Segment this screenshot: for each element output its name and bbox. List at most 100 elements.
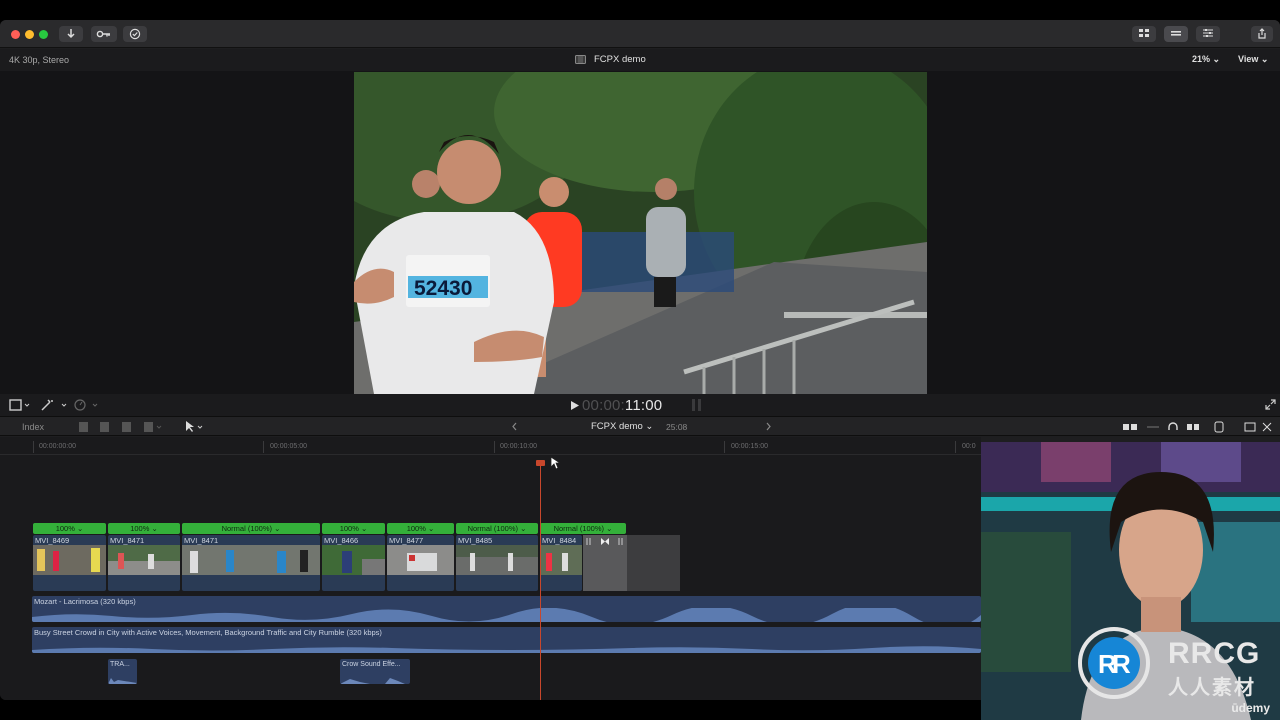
timecode-display[interactable]: 00:00:11:00 (570, 397, 662, 414)
timeline-project-menu[interactable]: FCPX demo ⌄ (591, 421, 653, 432)
check-circle-icon (129, 28, 141, 40)
clip-name: MVI_8484 (542, 536, 577, 545)
speed-indicator[interactable]: Normal (100%) ⌄ (540, 523, 626, 534)
mouse-pointer-icon (550, 456, 562, 473)
minimize-window-button[interactable] (25, 30, 34, 39)
clip-name: MVI_8466 (324, 536, 359, 545)
timeline[interactable]: 00:00:00:00 00:00:05:00 00:00:10:00 00:0… (0, 437, 981, 700)
timeline-toggle-button[interactable] (1164, 26, 1188, 42)
video-clip[interactable]: MVI_8485 (456, 535, 538, 591)
timeline-ruler[interactable]: 00:00:00:00 00:00:05:00 00:00:10:00 00:0… (0, 437, 981, 455)
video-clip[interactable]: MVI_8477 (387, 535, 454, 591)
speed-indicator[interactable]: Normal (100%) ⌄ (182, 523, 320, 534)
import-media-button[interactable] (59, 26, 83, 42)
video-clip[interactable]: MVI_8471 (182, 535, 320, 591)
skimming-icon[interactable] (1123, 421, 1273, 436)
select-tool-icon[interactable] (184, 420, 206, 437)
enhance-wand-icon[interactable] (40, 398, 70, 415)
title-bar (0, 20, 1280, 48)
background-tasks-button[interactable] (123, 26, 147, 42)
clip-thumbnails (108, 545, 180, 575)
film-icon (575, 55, 586, 67)
ruler-label: 00:00:00:00 (39, 443, 76, 450)
clip-thumbnails (322, 545, 385, 575)
rrcg-brand-text: RRCG (1168, 637, 1261, 670)
speed-indicator[interactable]: 100% ⌄ (33, 523, 106, 534)
viewer-controls: 00:00:11:00 (0, 394, 1280, 416)
grid-icon (1139, 29, 1149, 37)
clip-name: MVI_8485 (458, 536, 493, 545)
timeline-index-button[interactable]: Index (22, 422, 44, 432)
timeline-icon (1171, 31, 1181, 36)
marathon-runners-image: 52430 (354, 72, 927, 394)
gap-clip[interactable] (627, 535, 680, 591)
udemy-watermark: ūdemy (1231, 701, 1270, 715)
key-icon (96, 30, 110, 38)
clip-thumbnails (540, 545, 582, 575)
chevron-left-icon[interactable] (511, 422, 518, 434)
download-arrow-icon (67, 29, 75, 39)
bib-number: 52430 (414, 277, 472, 300)
transition-icon (586, 538, 623, 545)
audio-waveform (108, 678, 137, 684)
chevron-right-icon[interactable] (765, 422, 772, 434)
clip-name: MVI_8471 (184, 536, 219, 545)
clip-thumbnails (182, 545, 320, 575)
speed-indicator[interactable]: Normal (100%) ⌄ (456, 523, 538, 534)
zoom-window-button[interactable] (39, 30, 48, 39)
rrcg-logo-icon: R R (1078, 627, 1150, 699)
keywords-button[interactable] (91, 26, 117, 42)
speed-indicator[interactable]: 100% ⌄ (387, 523, 454, 534)
rrcg-watermark: R R RRCG 人人素材 (1076, 623, 1276, 703)
transform-icon[interactable] (9, 398, 31, 415)
sound-effect-clip[interactable]: Crow Sound Effe... (340, 659, 410, 684)
speed-indicator[interactable]: 100% ⌄ (322, 523, 385, 534)
audio-meter-icon (690, 398, 704, 415)
close-window-button[interactable] (11, 30, 20, 39)
fullscreen-icon[interactable] (1265, 399, 1276, 413)
svg-text:R: R (1112, 649, 1131, 679)
share-icon (1258, 28, 1266, 39)
ruler-label: 00:00:15:00 (731, 443, 768, 450)
view-menu[interactable]: View ⌄ (1238, 54, 1268, 65)
connect-clip-icon[interactable] (78, 420, 168, 437)
inspector-toggle-button[interactable] (1196, 26, 1220, 42)
transition-clip[interactable] (583, 535, 627, 591)
share-button[interactable] (1251, 26, 1273, 42)
viewer-project-title: FCPX demo (594, 54, 646, 65)
audio-clip-name: Busy Street Crowd in City with Active Vo… (34, 628, 382, 637)
clip-name: MVI_8477 (389, 536, 424, 545)
audio-waveform (32, 646, 981, 653)
clip-name: MVI_8469 (35, 536, 70, 545)
ruler-label: 00:0 (962, 443, 976, 450)
viewer: 52430 (0, 71, 1280, 414)
audio-clip-music[interactable]: Mozart - Lacrimosa (320 kbps) (32, 596, 981, 622)
audio-clip-name: Mozart - Lacrimosa (320 kbps) (34, 597, 136, 606)
video-clip[interactable]: MVI_8466 (322, 535, 385, 591)
clip-thumbnails (387, 545, 454, 575)
clip-name: MVI_8471 (110, 536, 145, 545)
audio-waveform (340, 678, 405, 684)
sfx-name: Crow Sound Effe... (342, 661, 401, 668)
video-clip[interactable]: MVI_8471 (108, 535, 180, 591)
timeline-duration: 25:08 (666, 422, 688, 432)
speed-indicator[interactable]: 100% ⌄ (108, 523, 180, 534)
video-clip[interactable]: MVI_8469 (33, 535, 106, 591)
browser-toggle-button[interactable] (1132, 26, 1156, 42)
sound-effect-clip[interactable]: TRA... (108, 659, 137, 684)
speed-gauge-icon[interactable] (73, 398, 103, 415)
audio-waveform (32, 608, 981, 622)
playhead[interactable] (540, 461, 541, 700)
clip-thumbnails (456, 545, 538, 575)
ruler-label: 00:00:10:00 (500, 443, 537, 450)
sliders-icon (1203, 29, 1213, 37)
clip-thumbnails (33, 545, 106, 575)
viewer-header: 4K 30p, Stereo FCPX demo 21% ⌄ View ⌄ (0, 49, 1280, 71)
video-frame[interactable]: 52430 (354, 72, 927, 394)
project-format-label: 4K 30p, Stereo (9, 55, 70, 65)
video-clip[interactable]: MVI_8484 (540, 535, 582, 591)
zoom-menu[interactable]: 21% ⌄ (1192, 54, 1220, 65)
audio-clip-ambience[interactable]: Busy Street Crowd in City with Active Vo… (32, 627, 981, 653)
rrcg-brand-subtext: 人人素材 (1168, 677, 1256, 699)
timecode-dim: 00:00: (582, 397, 625, 414)
